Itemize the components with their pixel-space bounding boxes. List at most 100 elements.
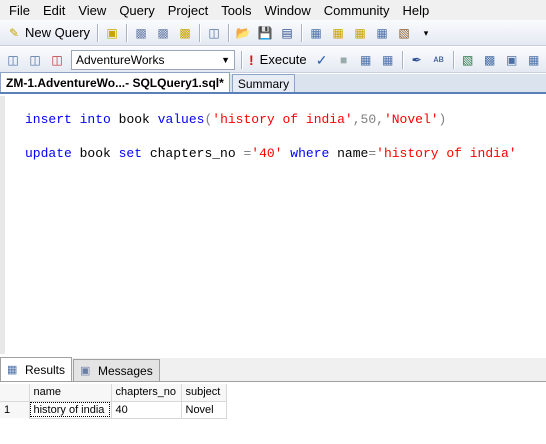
execute-label: Execute xyxy=(259,52,307,67)
toolbar-separator xyxy=(199,23,201,42)
menu-file[interactable]: File xyxy=(4,3,38,18)
open-file-button[interactable]: 📂 xyxy=(233,23,253,43)
string-literal: '40' xyxy=(251,146,283,161)
object-explorer-button[interactable]: ▦ xyxy=(328,23,348,43)
results-to-grid-icon: ▦ xyxy=(527,52,540,67)
display-estimated-plan-button[interactable]: ▦ xyxy=(356,50,376,70)
toolbox-button[interactable]: ▧ xyxy=(394,23,414,43)
disconnect-icon: ◫ xyxy=(51,52,63,67)
save-all-icon: ▤ xyxy=(281,25,293,40)
code-line-insert: insert into book values('history of indi… xyxy=(25,112,446,127)
cell-name[interactable]: history of india xyxy=(29,401,112,419)
tab-messages[interactable]: ▣ Messages xyxy=(73,359,160,381)
tab-label: ZM-1.AdventureWo...- SQLQuery1.sql* xyxy=(6,75,224,90)
tab-sqlquery1[interactable]: ZM-1.AdventureWo...- SQLQuery1.sql* xyxy=(0,72,230,92)
analysis-services-mdx-button[interactable]: ▩ xyxy=(131,23,151,43)
query-options-button[interactable]: ▦ xyxy=(378,50,398,70)
client-statistics-button[interactable]: ▩ xyxy=(480,50,500,70)
keyword: insert xyxy=(25,112,72,127)
results-to-grid-button[interactable]: ▦ xyxy=(524,50,544,70)
string-literal: 'history of india' xyxy=(376,146,517,161)
results-to-text-button[interactable]: ▣ xyxy=(502,50,522,70)
intellisense-icon: ✒ xyxy=(411,52,422,67)
stop-icon: ■ xyxy=(340,52,348,67)
code-line-update: update book set chapters_no ='40' where … xyxy=(25,146,517,161)
toolbar-separator xyxy=(401,50,403,69)
tab-summary[interactable]: Summary xyxy=(231,74,296,92)
execute-icon: ! xyxy=(249,51,254,68)
identifier: chapters_no xyxy=(142,146,244,161)
keyword: into xyxy=(79,112,111,127)
cell-subject[interactable]: Novel xyxy=(181,401,227,419)
menu-bar: File Edit View Query Project Tools Windo… xyxy=(0,0,546,20)
tab-results[interactable]: ▦ Results xyxy=(0,357,73,381)
dmx-icon: ▩ xyxy=(157,25,169,40)
chevron-down-icon: ▼ xyxy=(221,54,230,65)
row-header-corner[interactable] xyxy=(0,384,30,402)
results-grid[interactable]: name chapters_no subject 1 history of in… xyxy=(0,384,227,419)
grid-header-row: name chapters_no subject xyxy=(0,384,227,402)
parse-button[interactable]: ✓ xyxy=(312,50,332,70)
xmla-icon: ▩ xyxy=(179,25,191,40)
toolbar-overflow-button[interactable]: ▾ xyxy=(416,23,436,43)
menu-query[interactable]: Query xyxy=(114,3,162,18)
properties-icon: ▦ xyxy=(376,25,388,40)
registered-servers-button[interactable]: ▦ xyxy=(306,23,326,43)
identifier: book xyxy=(71,146,119,161)
toolbar-separator xyxy=(301,23,303,42)
toolbar-separator xyxy=(97,23,99,42)
column-header-name[interactable]: name xyxy=(29,384,112,402)
query-editor[interactable]: insert into book values('history of indi… xyxy=(0,96,546,354)
analysis-services-xmla-button[interactable]: ▩ xyxy=(175,23,195,43)
execution-plan-icon: ▦ xyxy=(359,52,372,67)
menu-tools[interactable]: Tools xyxy=(216,3,259,18)
overflow-chevron-icon: ▾ xyxy=(423,27,429,38)
operator: = xyxy=(368,146,377,161)
change-connection-icon: ◫ xyxy=(29,52,41,67)
analysis-services-dmx-button[interactable]: ▩ xyxy=(153,23,173,43)
menu-project[interactable]: Project xyxy=(163,3,216,18)
tab-label: Summary xyxy=(237,76,290,91)
messages-icon: ▣ xyxy=(80,364,91,377)
table-row: 1 history of india 40 Novel xyxy=(0,401,227,419)
properties-window-button[interactable]: ▦ xyxy=(372,23,392,43)
standard-toolbar: ✎ New Query ▣ ▩ ▩ ▩ ◫ 📂 💾 ▤ ▦ ▦ ▦ ▦ ▧ ▾ xyxy=(0,20,546,46)
save-all-button[interactable]: ▤ xyxy=(277,23,297,43)
cell-chapters-no[interactable]: 40 xyxy=(111,401,182,419)
menu-community[interactable]: Community xyxy=(319,3,398,18)
intellisense-button[interactable]: ✒ xyxy=(407,50,427,70)
template-explorer-button[interactable]: ▦ xyxy=(350,23,370,43)
menu-edit[interactable]: Edit xyxy=(38,3,73,18)
menu-view[interactable]: View xyxy=(73,3,114,18)
database-engine-query-button[interactable]: ▣ xyxy=(102,23,122,43)
keyword: set xyxy=(118,146,143,161)
mdx-icon: ▩ xyxy=(135,25,147,40)
tab-label: Messages xyxy=(98,363,153,378)
object-explorer-icon: ▦ xyxy=(332,25,344,40)
design-query-button[interactable]: ᴀʙ xyxy=(429,50,449,70)
connect-icon: ◫ xyxy=(7,52,19,67)
open-folder-icon: 📂 xyxy=(235,25,251,40)
connect-button[interactable]: ◫ xyxy=(3,50,23,70)
new-query-icon: ✎ xyxy=(8,25,20,40)
tab-label: Results xyxy=(25,362,66,377)
sql-compact-query-button[interactable]: ◫ xyxy=(204,23,224,43)
column-header-subject[interactable]: subject xyxy=(181,384,227,402)
menu-window[interactable]: Window xyxy=(260,3,319,18)
change-connection-button[interactable]: ◫ xyxy=(25,50,45,70)
save-button[interactable]: 💾 xyxy=(255,23,275,43)
cancel-execution-button[interactable]: ■ xyxy=(334,50,354,70)
grid-icon: ▦ xyxy=(7,363,18,376)
row-number[interactable]: 1 xyxy=(0,401,30,418)
column-header-chapters-no[interactable]: chapters_no xyxy=(111,384,182,402)
menu-help[interactable]: Help xyxy=(398,3,438,18)
new-query-label: New Query xyxy=(25,25,91,40)
available-databases-dropdown[interactable]: AdventureWorks ▼ xyxy=(71,49,235,70)
include-actual-plan-button[interactable]: ▧ xyxy=(458,50,478,70)
registered-servers-icon: ▦ xyxy=(310,25,322,40)
execute-button[interactable]: ! Execute xyxy=(245,52,311,68)
new-query-button[interactable]: ✎ New Query xyxy=(3,23,93,43)
toolbar-separator xyxy=(228,23,230,42)
disconnect-button[interactable]: ◫ xyxy=(47,50,67,70)
identifier: name xyxy=(329,146,369,161)
